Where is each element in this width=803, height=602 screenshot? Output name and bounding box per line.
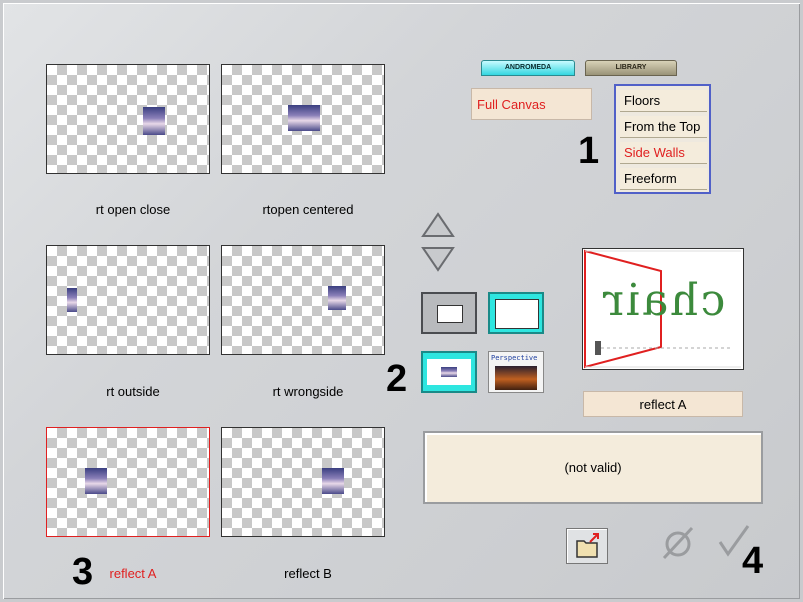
preset-name-field: reflect A bbox=[583, 391, 743, 417]
frame-small-button[interactable] bbox=[421, 292, 477, 334]
preset-label: rt open close bbox=[95, 202, 171, 217]
effect-category-menu: Floors From the Top Side Walls Freeform bbox=[614, 84, 711, 194]
frame-large-button[interactable] bbox=[488, 292, 544, 334]
menu-item-side-walls[interactable]: Side Walls bbox=[620, 142, 707, 164]
callout-number-2: 2 bbox=[386, 358, 408, 400]
preset-thumbnail-reflect-b[interactable] bbox=[221, 427, 385, 537]
thumbnail-image bbox=[322, 468, 344, 494]
image-preview-inner bbox=[427, 359, 471, 385]
preset-thumbnail-reflect-a[interactable] bbox=[46, 427, 210, 537]
frame-small-icon bbox=[437, 305, 463, 323]
preview-text: chair bbox=[601, 275, 726, 326]
frame-large-icon bbox=[495, 299, 539, 329]
full-canvas-button[interactable]: Full Canvas bbox=[471, 88, 592, 120]
perspective-button[interactable]: Perspective bbox=[488, 351, 544, 393]
menu-item-from-the-top[interactable]: From the Top bbox=[620, 116, 707, 138]
perspective-label: Perspective bbox=[491, 354, 538, 362]
preset-thumbnail-rt-outside[interactable] bbox=[46, 245, 210, 355]
folder-export-icon bbox=[576, 533, 599, 558]
thumbnail-image bbox=[143, 107, 165, 135]
thumbnail-image bbox=[328, 286, 346, 310]
scroll-up-arrow-icon[interactable] bbox=[421, 212, 455, 238]
effect-preview: chair bbox=[582, 248, 744, 370]
apply-check-icon[interactable] bbox=[716, 522, 752, 558]
preset-label: rt outside bbox=[106, 384, 160, 399]
menu-item-floors[interactable]: Floors bbox=[620, 90, 707, 112]
thumbnail-image bbox=[85, 468, 107, 494]
preset-thumbnail-rt-open-close[interactable] bbox=[46, 64, 210, 174]
tab-andromeda[interactable]: ANDROMEDA bbox=[481, 60, 575, 76]
perspective-scene bbox=[495, 366, 537, 390]
preset-label: rtopen centered bbox=[262, 202, 354, 217]
export-button[interactable] bbox=[566, 528, 608, 564]
preset-thumbnail-rt-wrongside[interactable] bbox=[221, 245, 385, 355]
thumbnail-image bbox=[67, 288, 77, 312]
callout-number-1: 1 bbox=[578, 130, 600, 172]
thumbnail-image bbox=[288, 105, 320, 131]
scroll-down-arrow-icon[interactable] bbox=[421, 246, 455, 272]
menu-item-freeform[interactable]: Freeform bbox=[620, 168, 707, 190]
thumbnail-image bbox=[441, 367, 457, 377]
preset-label: reflect B bbox=[284, 566, 332, 581]
preset-thumbnail-rtopen-centered[interactable] bbox=[221, 64, 385, 174]
image-preview-button[interactable] bbox=[421, 351, 477, 393]
callout-number-3: 3 bbox=[72, 551, 94, 593]
tab-library[interactable]: LIBRARY bbox=[585, 60, 677, 76]
preset-label: rt wrongside bbox=[272, 384, 344, 399]
status-display: (not valid) bbox=[423, 431, 763, 504]
cancel-null-icon[interactable] bbox=[658, 524, 698, 560]
